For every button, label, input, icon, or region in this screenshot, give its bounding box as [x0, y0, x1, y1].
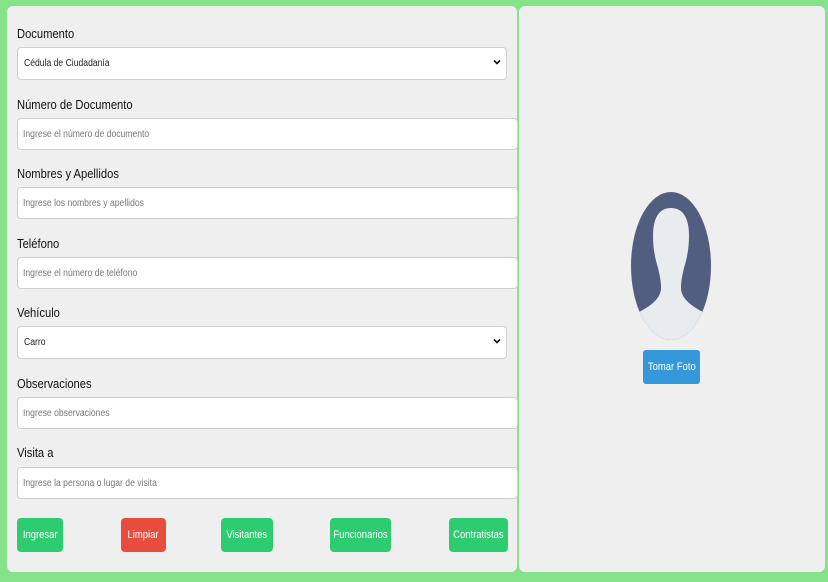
numero-documento-input[interactable]: Ingrese el número de documento [17, 118, 518, 150]
numero-documento-placeholder: Ingrese el número de documento [23, 129, 150, 140]
documento-label: Documento [17, 26, 75, 41]
observaciones-input[interactable]: Ingrese observaciones [17, 397, 518, 429]
funcionarios-button-label: Funcionarios [333, 529, 388, 541]
chevron-down-icon [493, 59, 501, 65]
observaciones-label: Observaciones [17, 376, 92, 391]
documento-select[interactable]: Cédula de Ciudadanía [17, 47, 507, 80]
telefono-input[interactable]: Ingrese el número de teléfono [17, 257, 518, 289]
vehiculo-selected-value: Carro [24, 337, 46, 348]
vehiculo-select[interactable]: Carro [17, 326, 507, 359]
visita-placeholder: Ingrese la persona o lugar de visita [23, 478, 157, 489]
ingresar-button[interactable]: Ingresar [17, 518, 63, 552]
tomar-foto-button-label: Tomar Foto [647, 361, 696, 373]
visitantes-button-label: Visitantes [226, 529, 268, 541]
funcionarios-button[interactable]: Funcionarios [330, 518, 391, 552]
nombres-label: Nombres y Apellidos [17, 166, 119, 181]
user-silhouette-icon [631, 192, 711, 340]
contratistas-button[interactable]: Contratistas [449, 518, 508, 552]
photo-panel: Tomar Foto [519, 6, 825, 572]
observaciones-placeholder: Ingrese observaciones [23, 408, 110, 419]
limpiar-button-label: Limpiar [127, 529, 160, 541]
nombres-input[interactable]: Ingrese los nombres y apellidos [17, 187, 518, 219]
ingresar-button-label: Ingresar [22, 529, 58, 541]
numero-documento-label: Número de Documento [17, 97, 133, 112]
visitantes-button[interactable]: Visitantes [221, 518, 273, 552]
chevron-down-icon [493, 338, 501, 344]
telefono-placeholder: Ingrese el número de teléfono [23, 268, 138, 279]
limpiar-button[interactable]: Limpiar [121, 518, 166, 552]
tomar-foto-button[interactable]: Tomar Foto [643, 350, 700, 384]
registration-form-panel: Documento Cédula de Ciudadanía Número de… [7, 6, 518, 572]
vehiculo-label: Vehículo [17, 305, 60, 320]
visita-input[interactable]: Ingrese la persona o lugar de visita [17, 467, 518, 499]
visita-label: Visita a [17, 445, 54, 460]
telefono-label: Teléfono [17, 236, 60, 251]
contratistas-button-label: Contratistas [453, 529, 504, 541]
nombres-placeholder: Ingrese los nombres y apellidos [23, 198, 144, 209]
documento-selected-value: Cédula de Ciudadanía [24, 58, 110, 69]
